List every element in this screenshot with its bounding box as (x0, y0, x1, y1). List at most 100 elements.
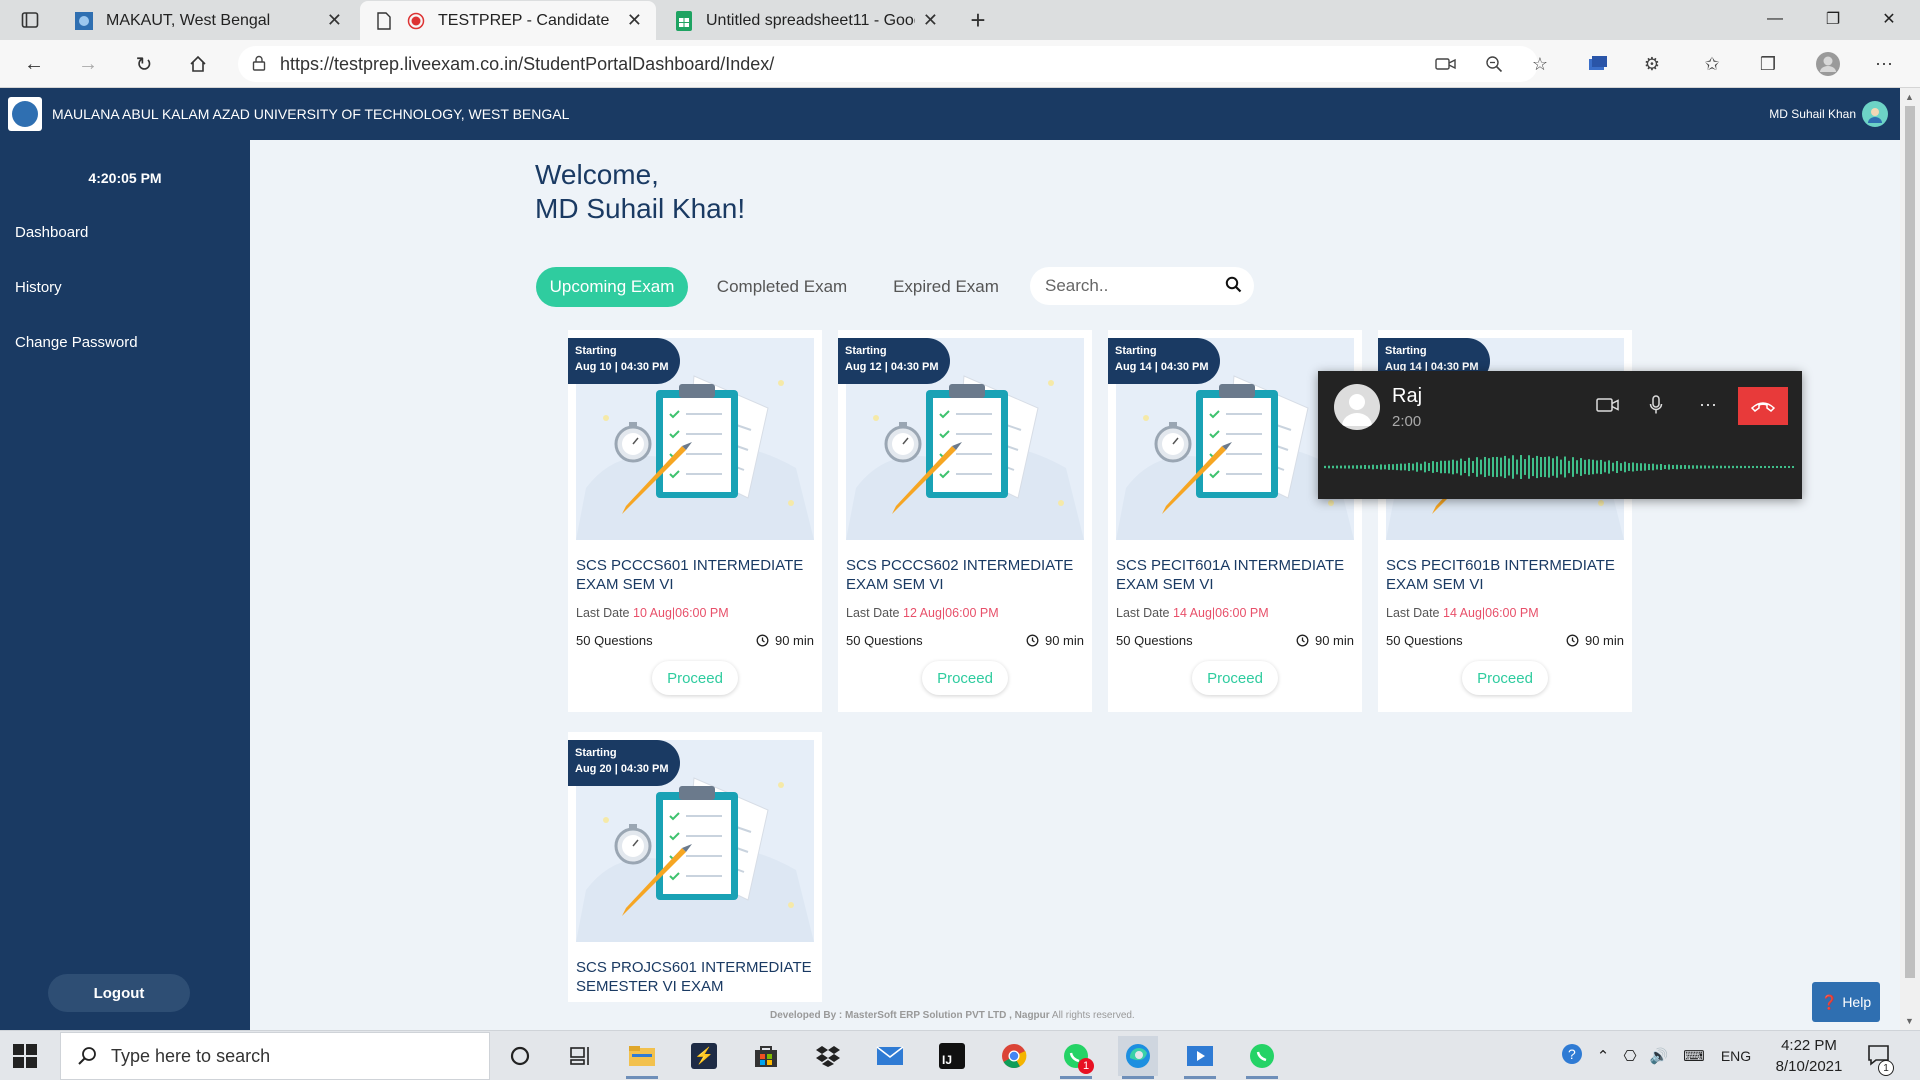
hang-up-button[interactable] (1738, 387, 1788, 425)
microphone-icon[interactable] (1640, 389, 1672, 421)
collections-icon[interactable]: ❒ (1752, 48, 1784, 80)
waveform-bar (1460, 458, 1462, 476)
waveform-bar (1728, 465, 1730, 469)
more-options-icon[interactable]: ⋯ (1868, 48, 1900, 80)
edge-icon[interactable] (1118, 1036, 1158, 1079)
maximize-icon[interactable]: ❐ (1810, 4, 1856, 34)
waveform-bar (1712, 465, 1714, 469)
browser-tab-strip: MAKAUT, West Bengal ✕ TESTPREP - Candida… (0, 0, 1920, 40)
zoom-icon[interactable] (1478, 48, 1510, 80)
proceed-button[interactable]: Proceed (922, 661, 1008, 695)
waveform-bar (1640, 463, 1642, 471)
waveform-bar (1700, 465, 1702, 469)
task-view-icon[interactable] (560, 1036, 600, 1076)
search-input[interactable] (1045, 276, 1215, 296)
waveform-bar (1608, 460, 1610, 474)
profile-icon[interactable] (1812, 48, 1844, 80)
dropbox-icon[interactable] (808, 1036, 848, 1076)
add-favorite-icon[interactable]: ☆ (1524, 48, 1556, 80)
close-window-icon[interactable]: ✕ (1866, 4, 1912, 34)
browser-tab-makaut[interactable]: MAKAUT, West Bengal ✕ (60, 1, 356, 40)
search-icon[interactable] (1225, 276, 1242, 298)
forward-icon[interactable]: → (72, 48, 104, 80)
footer-prefix: Developed By : (770, 1010, 843, 1021)
user-avatar[interactable] (1862, 101, 1888, 127)
waveform-bar (1520, 455, 1522, 479)
sidebar-item-history[interactable]: History (15, 279, 62, 296)
footer: Developed By : MasterSoft ERP Solution P… (770, 1010, 1135, 1021)
scrollbar-thumb[interactable] (1905, 106, 1915, 978)
sidebar-item-change-password[interactable]: Change Password (15, 334, 138, 351)
cortana-icon[interactable] (500, 1036, 540, 1076)
sidebar-clock: 4:20:05 PM (88, 170, 162, 186)
minimize-icon[interactable]: — (1752, 4, 1798, 34)
language-indicator[interactable]: ENG (1714, 1048, 1758, 1064)
start-date-badge: Starting Aug 14 | 04:30 PM (1108, 338, 1220, 384)
sidebar-item-dashboard[interactable]: Dashboard (15, 224, 88, 241)
duration-value: 90 min (774, 633, 814, 648)
logout-button[interactable]: Logout (48, 974, 190, 1012)
chrome-icon[interactable] (994, 1036, 1034, 1076)
tab-expired-exam[interactable]: Expired Exam (878, 267, 1014, 307)
extensions-icon[interactable]: ⚙ (1636, 48, 1668, 80)
proceed-button[interactable]: Proceed (1192, 661, 1278, 695)
close-tab-icon[interactable]: ✕ (627, 10, 642, 31)
volume-icon[interactable]: 🔊 (1644, 1047, 1674, 1065)
waveform-bar (1724, 465, 1726, 469)
home-icon[interactable] (182, 48, 214, 80)
waveform-bar (1704, 465, 1706, 469)
tab-completed-exam[interactable]: Completed Exam (706, 267, 858, 307)
clock-icon (1026, 634, 1039, 647)
notification-center-icon[interactable]: 1 (1866, 1043, 1894, 1076)
store-icon[interactable] (746, 1036, 786, 1076)
new-tab-icon[interactable]: + (962, 4, 994, 36)
mail-icon[interactable] (870, 1036, 910, 1076)
favorites-icon[interactable]: ✩ (1696, 48, 1728, 80)
help-button[interactable]: ❓ Help (1812, 982, 1880, 1022)
starting-label: Starting (845, 345, 887, 357)
whatsapp-business-icon[interactable]: 1 (1056, 1036, 1096, 1079)
last-date-label: Last Date (576, 606, 630, 620)
windows-start-icon[interactable] (12, 1043, 38, 1069)
scroll-up-icon[interactable]: ▲ (1905, 92, 1914, 102)
show-hidden-icons[interactable]: ⌃ (1590, 1047, 1616, 1065)
call-more-icon[interactable]: ⋯ (1692, 389, 1724, 421)
recording-icon (406, 11, 426, 31)
start-date: Aug 10 | 04:30 PM (575, 361, 669, 373)
tab-upcoming-exam[interactable]: Upcoming Exam (536, 267, 688, 307)
whatsapp-icon[interactable] (1242, 1036, 1282, 1079)
page-scrollbar[interactable]: ▲ ▼ (1900, 88, 1920, 1030)
footer-rights: All rights reserved. (1051, 1010, 1135, 1021)
proceed-button[interactable]: Proceed (1462, 661, 1548, 695)
meet-now-icon[interactable]: ⎔ (1616, 1047, 1644, 1065)
scroll-down-icon[interactable]: ▼ (1905, 1016, 1914, 1026)
user-name[interactable]: MD Suhail Khan (1769, 107, 1856, 121)
browser-tab-spreadsheet[interactable]: Untitled spreadsheet11 - Google ✕ (660, 1, 952, 40)
browser-tab-testprep[interactable]: TESTPREP - Candidate ✕ (360, 1, 656, 40)
screen-share-icon[interactable] (1582, 48, 1614, 80)
welcome-line-1: Welcome, (535, 159, 659, 190)
visual-studio-icon[interactable]: ⚡ (684, 1036, 724, 1076)
proceed-button[interactable]: Proceed (652, 661, 738, 695)
help-tray-icon[interactable]: ? (1560, 1042, 1590, 1070)
intellij-icon[interactable]: IJ (932, 1036, 972, 1076)
close-tab-icon[interactable]: ✕ (923, 10, 938, 31)
close-tab-icon[interactable]: ✕ (327, 10, 342, 31)
taskbar-search-input[interactable] (111, 1045, 471, 1067)
tab-actions-icon[interactable] (14, 4, 46, 36)
camera-icon[interactable] (1430, 48, 1462, 80)
back-icon[interactable]: ← (18, 48, 50, 80)
start-date: Aug 12 | 04:30 PM (845, 361, 939, 373)
keyboard-icon[interactable]: ⌨ (1674, 1047, 1714, 1065)
video-camera-icon[interactable] (1592, 389, 1624, 421)
lock-icon[interactable] (252, 55, 266, 74)
exam-duration: 90 min (1026, 633, 1084, 648)
taskbar-time: 4:22 PM (1781, 1037, 1837, 1054)
media-player-icon[interactable] (1180, 1036, 1220, 1079)
file-explorer-icon[interactable] (622, 1036, 662, 1079)
address-bar[interactable]: https://testprep.liveexam.co.in/StudentP… (238, 46, 1538, 82)
reload-icon[interactable]: ↻ (128, 48, 160, 80)
waveform-bar (1644, 463, 1646, 471)
taskbar-clock[interactable]: 4:22 PM 8/10/2021 (1764, 1035, 1854, 1077)
waveform-bar (1428, 462, 1430, 472)
